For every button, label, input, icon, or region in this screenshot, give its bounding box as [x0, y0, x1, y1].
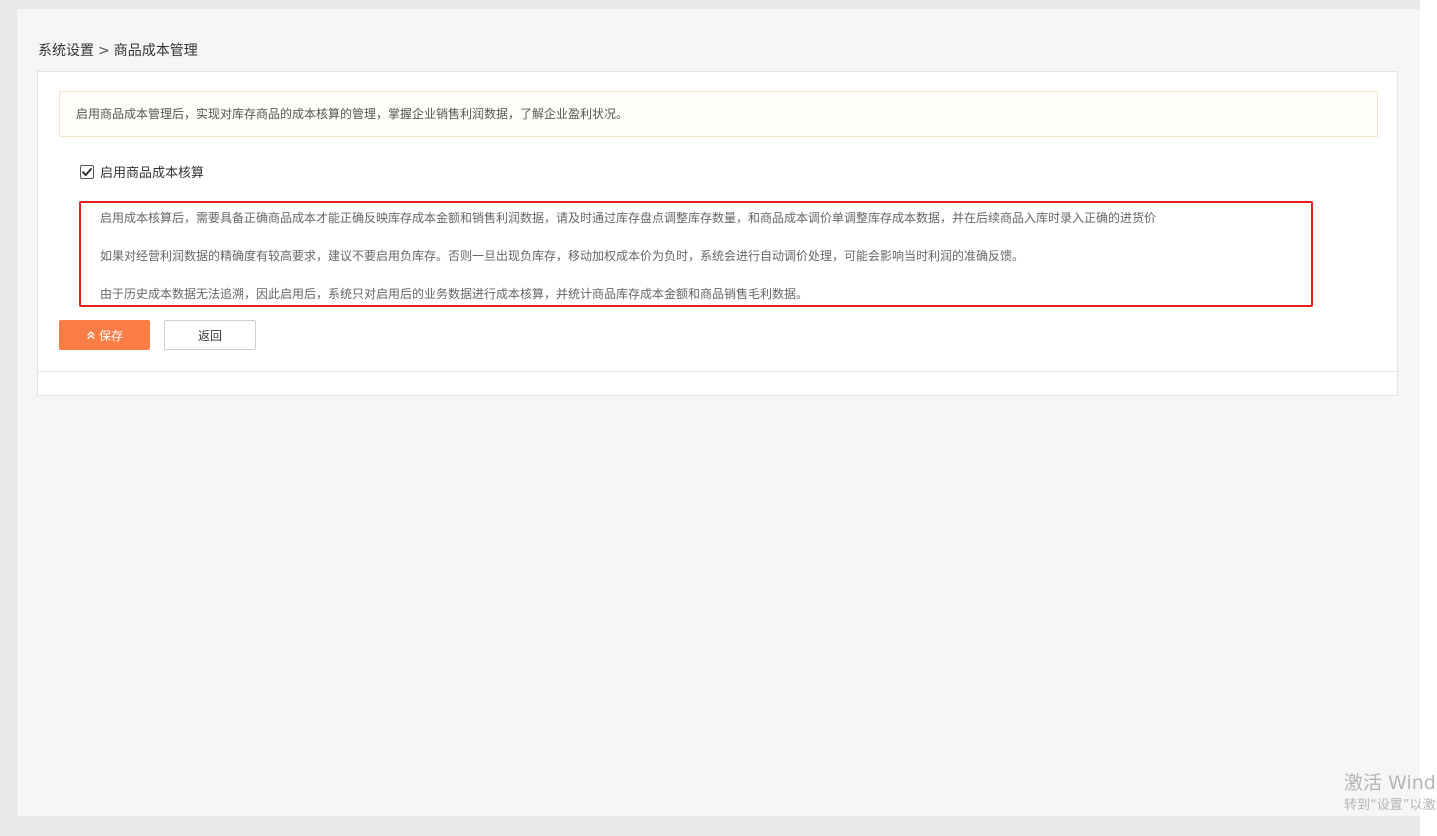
back-button-label: 返回 — [197, 328, 222, 343]
checkbox-label[interactable]: 启用商品成本核算 — [100, 162, 204, 181]
window-edge — [1420, 0, 1437, 836]
enable-cost-accounting-row[interactable]: 启用商品成本核算 — [80, 162, 204, 181]
enable-cost-accounting-checkbox[interactable] — [80, 164, 94, 179]
double-chevron-up-icon — [86, 330, 96, 340]
save-button-label: 保存 — [98, 328, 123, 343]
windows-activation-watermark: 激活 Windows 转到“设置”以激活 Windows。 — [1344, 770, 1437, 816]
checkmark-icon — [82, 167, 92, 176]
settings-card: 启用商品成本管理后，实现对库存商品的成本核算的管理，掌握企业销售利润数据，了解企… — [37, 71, 1398, 396]
watermark-title: 激活 Windows — [1344, 772, 1437, 794]
breadcrumb: 系统设置 > 商品成本管理 — [38, 40, 198, 60]
description-line-2: 如果对经营利润数据的精确度有较高要求，建议不要启用负库存。否则一旦出现负库存，移… — [100, 249, 1025, 263]
cost-accounting-description: 启用成本核算后，需要具备正确商品成本才能正确反映库存成本金额和销售利润数据，请及… — [79, 201, 1313, 307]
breadcrumb-separator: > — [98, 43, 110, 59]
watermark-subtitle: 转到“设置”以激活 Windows。 — [1344, 798, 1437, 813]
save-button[interactable]: 保存 — [59, 320, 150, 350]
description-line-3: 由于历史成本数据无法追溯，因此启用后，系统只对启用后的业务数据进行成本核算，并统… — [100, 287, 809, 301]
notice-text: 启用商品成本管理后，实现对库存商品的成本核算的管理，掌握企业销售利润数据，了解企… — [76, 107, 629, 121]
info-notice: 启用商品成本管理后，实现对库存商品的成本核算的管理，掌握企业销售利润数据，了解企… — [59, 91, 1378, 137]
card-divider — [38, 371, 1397, 372]
breadcrumb-current: 商品成本管理 — [113, 43, 198, 59]
back-button[interactable]: 返回 — [164, 320, 256, 350]
description-line-1: 启用成本核算后，需要具备正确商品成本才能正确反映库存成本金额和销售利润数据，请及… — [100, 211, 1157, 225]
breadcrumb-parent[interactable]: 系统设置 — [38, 43, 94, 59]
